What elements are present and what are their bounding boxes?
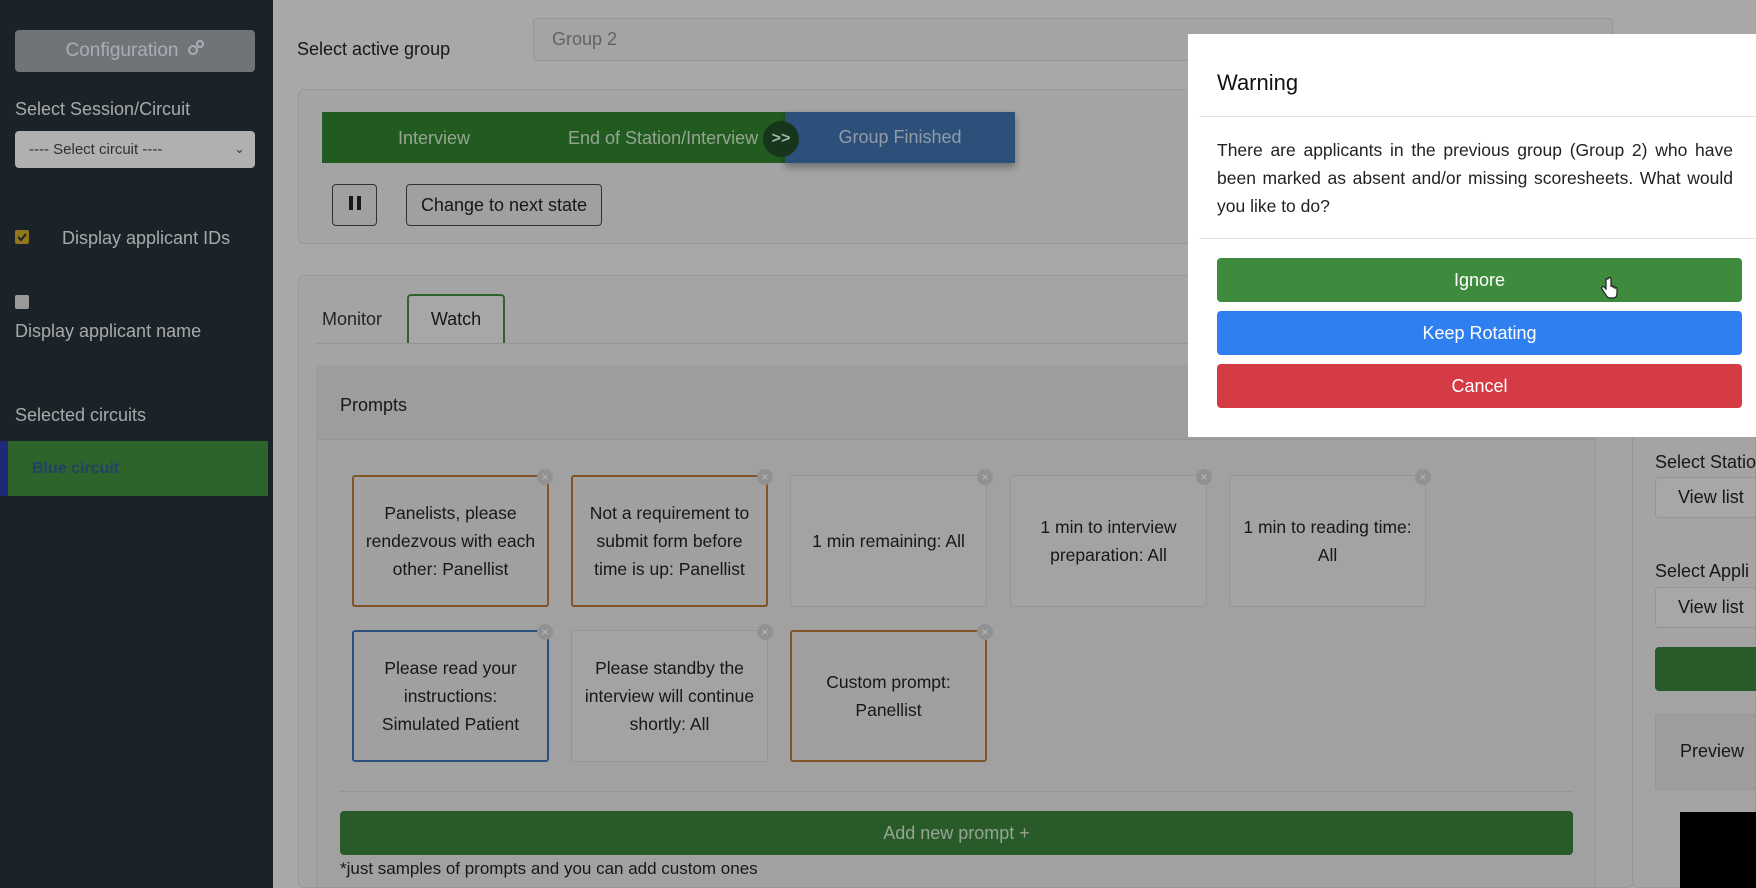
- cancel-label: Cancel: [1451, 375, 1508, 396]
- ignore-button[interactable]: Ignore: [1217, 258, 1742, 302]
- ignore-label: Ignore: [1453, 269, 1506, 290]
- modal-header-divider: [1199, 116, 1756, 117]
- pointer-cursor-icon: [1600, 276, 1618, 304]
- modal-body: There are applicants in the previous gro…: [1217, 140, 1733, 216]
- keep-rotating-label: Keep Rotating: [1422, 322, 1537, 343]
- cancel-button[interactable]: Cancel: [1217, 364, 1742, 408]
- modal-title: Warning: [1217, 70, 1299, 95]
- keep-rotating-button[interactable]: Keep Rotating: [1217, 311, 1742, 355]
- modal-body-divider: [1199, 238, 1756, 239]
